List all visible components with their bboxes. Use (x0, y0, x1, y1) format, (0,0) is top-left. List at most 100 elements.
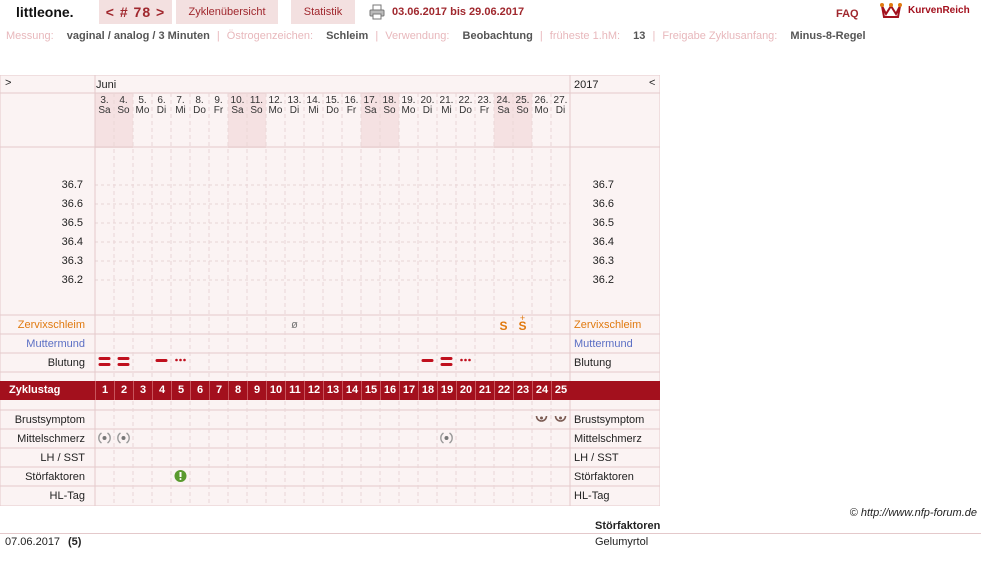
weekday-header: Mi (308, 105, 319, 116)
zervix-label: Zervixschleim (17, 319, 85, 331)
zervix-mark-dry: ø (291, 319, 298, 331)
cycle-day-number: 17 (399, 381, 418, 400)
nav-left-button[interactable]: > (5, 77, 11, 89)
muttermund-label-right: Muttermund (574, 338, 633, 350)
prev-cycle-button[interactable]: < (106, 4, 115, 20)
stoer-label-right: Störfaktoren (574, 471, 634, 483)
verwendung-value: Beobachtung (462, 30, 533, 42)
zervix-mark-s: S (499, 319, 508, 333)
cycle-day-number: 24 (532, 381, 551, 400)
weekday-header: Mo (268, 105, 283, 116)
cycle-day-number: 8 (228, 381, 247, 400)
top-bar: littleone. < # 78 > Zyklenübersicht Stat… (0, 0, 981, 26)
weekday-header: Di (156, 105, 167, 116)
weekday-header: Fr (479, 105, 490, 116)
weekday-header: Di (289, 105, 300, 116)
weekday-header: So (250, 105, 263, 116)
fruehest-value: 13 (633, 30, 646, 42)
date-range: 03.06.2017 bis 29.06.2017 (392, 6, 525, 18)
cycle-day-number: 10 (266, 381, 285, 400)
faq-link[interactable]: FAQ (836, 8, 859, 20)
muttermund-label: Muttermund (26, 338, 85, 350)
oestrogen-label: Östrogenzeichen: (226, 30, 313, 42)
stoer-label: Störfaktoren (25, 471, 85, 483)
weekday-header: Di (555, 105, 566, 116)
messung-value: vaginal / analog / 3 Minuten (66, 30, 210, 42)
temp-label-right: 36.4 (592, 236, 614, 248)
weekday-header: Do (193, 105, 206, 116)
month-label: Juni (96, 79, 117, 91)
temp-label: 36.2 (61, 274, 83, 286)
cycle-day-number: 23 (513, 381, 532, 400)
lh-label: LH / SST (40, 452, 85, 464)
verwendung-label: Verwendung: (385, 30, 450, 42)
temp-label-right: 36.2 (592, 274, 614, 286)
temp-label-right: 36.6 (592, 198, 614, 210)
cycle-number: # 78 (119, 4, 152, 20)
cycle-day-number: 5 (171, 381, 190, 400)
cycle-day-number: 18 (418, 381, 437, 400)
temp-label: 36.3 (61, 255, 83, 267)
tab-cycle-overview[interactable]: Zyklenübersicht (176, 0, 278, 24)
blutung-label: Blutung (47, 357, 85, 369)
freigabe-value: Minus-8-Regel (790, 30, 866, 42)
weekday-header: Mo (401, 105, 416, 116)
notes-header-stoer: Störfaktoren (595, 520, 661, 532)
cycle-day-number: 14 (342, 381, 361, 400)
weekday-header: Do (459, 105, 472, 116)
temp-label: 36.7 (61, 179, 83, 191)
weekday-header: Mi (175, 105, 186, 116)
chart-overlay: > Juni 2017 < Zervixschleim Muttermund B… (0, 75, 660, 506)
cycle-chart: > Juni 2017 < Zervixschleim Muttermund B… (0, 75, 660, 506)
note-date: 07.06.2017 (5, 536, 61, 548)
freigabe-label: Freigabe Zyklusanfang: (662, 30, 778, 42)
cycle-day-number: 15 (361, 381, 380, 400)
messung-label: Messung: (6, 30, 54, 42)
weekday-header: Di (422, 105, 433, 116)
weekday-header: Sa (98, 105, 111, 116)
copyright: © http://www.nfp-forum.de (849, 507, 977, 519)
cycle-day-number: 4 (152, 381, 171, 400)
temp-label: 36.4 (61, 236, 83, 248)
note-text: Gelumyrtol (595, 536, 649, 548)
weekday-header: Mo (135, 105, 150, 116)
weekday-header: Do (326, 105, 339, 116)
cycle-settings: Messung: vaginal / analog / 3 Minuten | … (6, 30, 866, 42)
weekday-header: So (516, 105, 529, 116)
fruehest-label: früheste 1.hM: (549, 30, 621, 42)
notes-divider (0, 533, 981, 534)
printer-icon[interactable] (369, 4, 385, 20)
temp-label: 36.6 (61, 198, 83, 210)
cycle-day-number: 2 (114, 381, 133, 400)
cycle-day-number: 1 (95, 381, 114, 400)
weekday-header: Mo (534, 105, 549, 116)
tab-statistics[interactable]: Statistik (291, 0, 355, 24)
weekday-header: Mi (441, 105, 452, 116)
cycle-day-number: 13 (323, 381, 342, 400)
year-label: 2017 (574, 79, 599, 91)
brust-label: Brustsymptom (14, 414, 85, 426)
hl-label-right: HL-Tag (574, 490, 610, 502)
lh-label-right: LH / SST (574, 452, 619, 464)
temp-label-right: 36.7 (592, 179, 614, 191)
cycle-day-number: 9 (247, 381, 266, 400)
weekday-header: Sa (231, 105, 244, 116)
hl-label: HL-Tag (49, 490, 85, 502)
temp-label-right: 36.3 (592, 255, 614, 267)
cycle-day-number: 19 (437, 381, 456, 400)
zervix-label-right: Zervixschleim (574, 319, 642, 331)
crown-icon (880, 3, 902, 18)
weekday-header: Sa (364, 105, 377, 116)
cycle-day-number: 11 (285, 381, 304, 400)
next-cycle-button[interactable]: > (156, 4, 165, 20)
brand-name: KurvenReich (908, 5, 970, 16)
username: littleone. (0, 0, 97, 24)
weekday-header: So (117, 105, 130, 116)
cycle-day-number: 21 (475, 381, 494, 400)
oestrogen-value: Schleim (326, 30, 369, 42)
cycle-day-number: 25 (551, 381, 570, 400)
nav-right-button[interactable]: < (649, 77, 655, 89)
weekday-header: Fr (213, 105, 224, 116)
weekday-header: So (383, 105, 396, 116)
cycle-day-number: 12 (304, 381, 323, 400)
